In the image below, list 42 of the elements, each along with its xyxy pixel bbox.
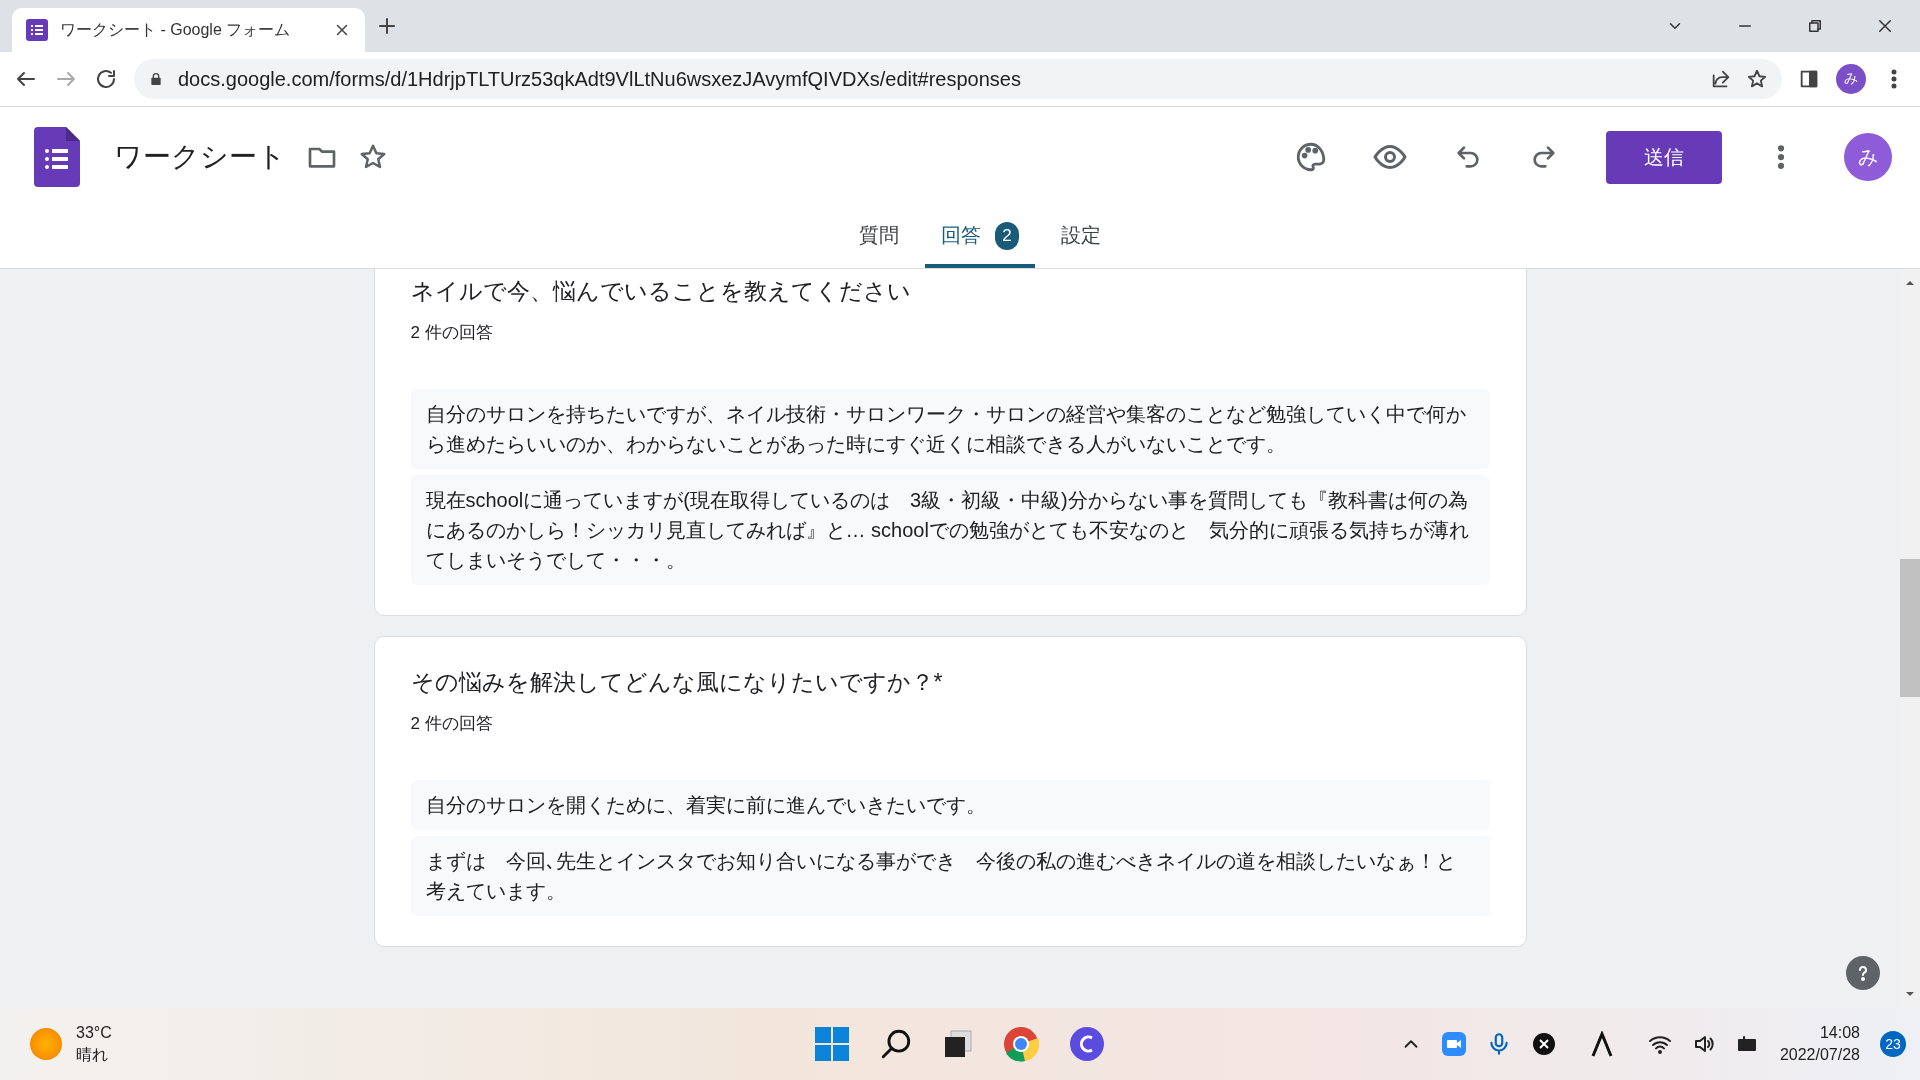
response-count-badge: 2 (995, 221, 1019, 250)
form-tab[interactable]: 質問 (843, 207, 915, 268)
forms-logo-icon[interactable] (34, 127, 80, 187)
search-icon[interactable] (879, 1027, 913, 1061)
scrollbar-thumb[interactable] (1900, 559, 1920, 697)
tab-title: ワークシート - Google フォーム (60, 19, 292, 40)
side-panel-icon[interactable] (1798, 68, 1820, 90)
form-title[interactable]: ワークシート (114, 138, 286, 176)
close-circle-icon[interactable] (1531, 1032, 1556, 1056)
send-button[interactable]: 送信 (1606, 130, 1722, 184)
bookmark-star-icon[interactable] (1746, 68, 1768, 90)
help-icon[interactable] (1846, 956, 1880, 990)
temperature[interactable]: 33°C (76, 1022, 112, 1044)
response-text: 自分のサロンを開くために、着実に前に進んでいきたいです。 (410, 780, 1490, 830)
lock-icon (148, 71, 164, 87)
profile-avatar[interactable]: み (1836, 64, 1866, 94)
response-text: 自分のサロンを持ちたいですが、ネイル技術・サロンワーク・サロンの経営や集客のことなど勉強していく中で何から進めたらいいのか、わからないことがあった時にすぐ近くに相談できる人がいないことです。 (410, 389, 1490, 469)
url-text: docs.google.com/forms/d/1HdrjpTLTUrz53qkAdt9VlLtNu6wsxezJAvymfQIVDXs/edit#responses (178, 67, 1022, 91)
chrome-icon[interactable] (1003, 1026, 1039, 1062)
palette-icon[interactable] (1294, 140, 1328, 174)
share-icon[interactable] (1710, 68, 1732, 90)
start-icon[interactable] (815, 1027, 849, 1061)
clock-time[interactable]: 14:08 (1819, 1022, 1860, 1044)
video-camera-icon[interactable] (1441, 1032, 1466, 1056)
notification-badge[interactable]: 23 (1880, 1031, 1906, 1057)
clock-date[interactable]: 2022/07/28 (1779, 1044, 1860, 1066)
response-count: 2 件の回答 (410, 322, 494, 344)
weather-text[interactable]: 晴れ (76, 1044, 112, 1066)
question-title: その悩みを解決してどんな風になりたいですか？* (410, 668, 944, 697)
account-avatar[interactable]: み (1844, 133, 1892, 181)
task-view-icon[interactable] (943, 1029, 973, 1059)
forms-icon (26, 19, 48, 41)
browser-tab[interactable]: ワークシート - Google フォーム (12, 8, 365, 52)
response-text: 現在schoolに通っていますが(現在取得しているのは 3級・初級・中級)分からない事を質問しても『教科書は何の為にあるのかしら！シッカリ見直してみれば』と… schoolでの勉強がとても不安なのと 気分的に頑張る気持ちが薄れてしまいそうでして・・・。 (410, 475, 1490, 585)
question-title: ネイルで今、悩んでいることを教えてください (410, 277, 912, 306)
lambda-icon[interactable] (1589, 1031, 1614, 1057)
response-text: まずは 今回､先生とインスタでお知り合いになる事ができ 今後の私の進むべきネイルの道を相談したいなぁ！と考えています。 (410, 836, 1490, 916)
reload-icon[interactable] (94, 67, 118, 91)
response-count: 2 件の回答 (410, 713, 494, 735)
canva-icon[interactable] (1069, 1026, 1105, 1062)
address-bar[interactable]: docs.google.com/forms/d/1HdrjpTLTUrz53qkAdt9VlLtNu6wsxezJAvymfQIVDXs/edit#responses (134, 59, 1782, 99)
form-tab[interactable]: 設定 (1045, 207, 1117, 268)
